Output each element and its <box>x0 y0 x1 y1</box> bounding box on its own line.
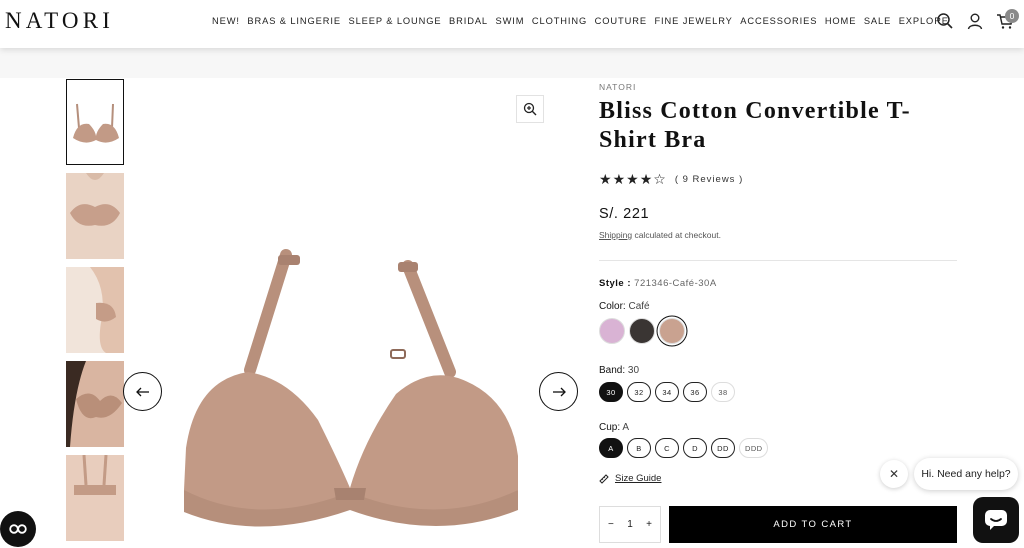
nav-item-bras-lingerie[interactable]: BRAS & LINGERIE <box>247 16 341 26</box>
nav-item-home[interactable]: HOME <box>825 16 857 26</box>
arrow-left-icon <box>135 387 149 396</box>
star-filled-icon: ★ <box>626 171 639 187</box>
zoom-button[interactable] <box>516 95 544 123</box>
star-filled-icon: ★ <box>639 171 653 187</box>
accessibility-icon <box>9 524 27 534</box>
chat-greeting-bubble[interactable]: Hi. Need any help? <box>914 458 1018 490</box>
band-option-label: Band: 30 <box>599 365 639 376</box>
cup-option-d[interactable]: D <box>683 438 707 458</box>
style-value: 721346-Café-30A <box>634 278 717 289</box>
quantity-stepper: − 1 + <box>599 506 661 543</box>
thumbnail-strip <box>66 79 126 548</box>
qty-increase-button[interactable]: + <box>646 519 652 530</box>
cup-selected-value: A <box>622 422 630 433</box>
chat-icon <box>985 510 1007 530</box>
zoom-in-icon <box>523 102 537 116</box>
thumbnail-5[interactable] <box>66 455 124 541</box>
nav-item-clothing[interactable]: CLOTHING <box>532 16 587 26</box>
add-to-cart-button[interactable]: ADD TO CART <box>669 506 957 543</box>
star-filled-icon: ★ <box>599 171 612 187</box>
band-label: Band: <box>599 365 626 376</box>
qty-decrease-button[interactable]: − <box>608 519 614 530</box>
color-swatch-cafe[interactable] <box>659 318 685 344</box>
cup-label: Cup: <box>599 422 621 433</box>
style-label: Style : <box>599 278 632 289</box>
qty-value[interactable]: 1 <box>627 519 633 530</box>
nav-item-couture[interactable]: COUTURE <box>595 16 647 26</box>
search-icon[interactable] <box>936 12 954 30</box>
thumbnail-2[interactable] <box>66 173 124 259</box>
product-brand[interactable]: NATORI <box>599 82 636 92</box>
main-nav: NEW! BRAS & LINGERIE SLEEP & LOUNGE BRID… <box>212 16 949 26</box>
star-filled-icon: ★ <box>612 171 626 187</box>
cup-option-label: Cup: A <box>599 422 629 433</box>
band-options: 30 32 34 36 38 <box>599 382 735 402</box>
next-image-button[interactable] <box>539 372 578 411</box>
product-price: S/. 221 <box>599 206 650 222</box>
color-label: Color: <box>599 301 626 312</box>
star-empty-icon: ☆ <box>653 171 666 187</box>
color-option-label: Color: Café <box>599 301 650 312</box>
accessibility-button[interactable] <box>0 511 36 547</box>
nav-item-sale[interactable]: SALE <box>864 16 891 26</box>
cup-option-a[interactable]: A <box>599 438 623 458</box>
cart-icon[interactable]: 0 <box>996 9 1019 30</box>
cup-option-dd[interactable]: DD <box>711 438 735 458</box>
thumbnail-3[interactable] <box>66 267 124 353</box>
color-swatch-charcoal[interactable] <box>629 318 655 344</box>
divider <box>599 260 957 261</box>
shipping-link[interactable]: Shipping <box>599 230 632 240</box>
nav-item-fine-jewelry[interactable]: FINE JEWELRY <box>654 16 732 26</box>
cup-option-b[interactable]: B <box>627 438 651 458</box>
cup-option-ddd[interactable]: DDD <box>739 438 769 458</box>
style-number: Style : 721346-Café-30A <box>599 278 717 289</box>
cart-count-badge: 0 <box>1005 9 1019 23</box>
band-option-38[interactable]: 38 <box>711 382 735 402</box>
product-main-image[interactable] <box>138 80 568 548</box>
band-selected-value: 30 <box>627 365 640 376</box>
nav-item-swim[interactable]: SWIM <box>496 16 525 26</box>
chat-close-button[interactable]: ✕ <box>880 460 908 488</box>
color-swatches <box>599 318 685 344</box>
arrow-right-icon <box>552 387 566 396</box>
site-logo[interactable]: NATORI <box>5 8 114 34</box>
band-option-30[interactable]: 30 <box>599 382 623 402</box>
cup-options: A B C D DD DDD <box>599 438 769 458</box>
nav-item-bridal[interactable]: BRIDAL <box>449 16 488 26</box>
header-icons: 0 <box>936 9 1019 30</box>
band-option-34[interactable]: 34 <box>655 382 679 402</box>
ruler-icon <box>599 473 609 484</box>
nav-item-sleep-lounge[interactable]: SLEEP & LOUNGE <box>348 16 441 26</box>
nav-item-new[interactable]: NEW! <box>212 16 240 26</box>
band-option-36[interactable]: 36 <box>683 382 707 402</box>
site-header: NATORI NEW! BRAS & LINGERIE SLEEP & LOUN… <box>0 0 1024 48</box>
color-selected-value: Café <box>628 301 650 312</box>
shipping-note-text: calculated at checkout. <box>632 230 721 240</box>
header-subband <box>0 48 1024 78</box>
size-guide-link[interactable]: Size Guide <box>599 473 661 484</box>
thumbnail-4[interactable] <box>66 361 124 447</box>
shipping-note: Shipping calculated at checkout. <box>599 230 721 240</box>
cup-option-c[interactable]: C <box>655 438 679 458</box>
thumbnail-1[interactable] <box>66 79 124 165</box>
size-guide-label: Size Guide <box>615 473 662 484</box>
band-option-32[interactable]: 32 <box>627 382 651 402</box>
product-rating[interactable]: ★ ★ ★ ★ ☆ ( 9 Reviews ) <box>599 172 743 186</box>
color-swatch-lilac[interactable] <box>599 318 625 344</box>
nav-item-accessories[interactable]: ACCESSORIES <box>740 16 817 26</box>
reviews-count[interactable]: ( 9 Reviews ) <box>675 174 743 185</box>
product-title: Bliss Cotton Convertible T-Shirt Bra <box>599 98 911 153</box>
chat-launcher-button[interactable] <box>973 497 1019 543</box>
account-icon[interactable] <box>966 12 984 30</box>
prev-image-button[interactable] <box>123 372 162 411</box>
